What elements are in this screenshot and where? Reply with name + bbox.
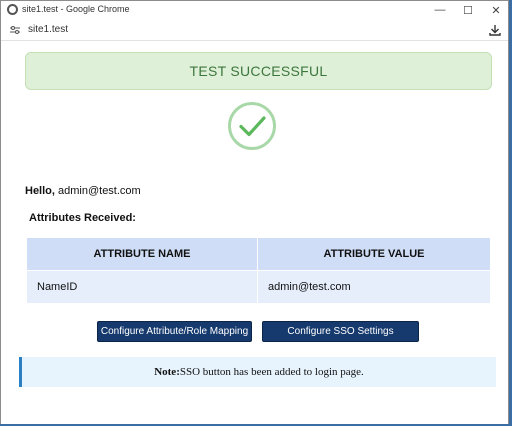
close-button[interactable]: ✕ [482, 2, 510, 18]
maximize-button[interactable]: ☐ [454, 2, 482, 18]
configure-mapping-button[interactable]: Configure Attribute/Role Mapping [97, 321, 252, 342]
greeting-user: admin@test.com [54, 185, 141, 197]
greeting: Hello, admin@test.com [25, 185, 141, 197]
attributes-heading: Attributes Received: [29, 212, 136, 224]
column-header-attribute-value: ATTRIBUTE VALUE [257, 237, 491, 271]
greeting-label: Hello, [25, 185, 55, 197]
attribute-name-cell: NameID [26, 270, 258, 304]
minimize-button[interactable]: — [426, 2, 454, 18]
window-title: site1.test - Google Chrome [22, 4, 130, 14]
configure-sso-button[interactable]: Configure SSO Settings [262, 321, 419, 342]
check-circle-icon [228, 102, 276, 150]
success-banner: TEST SUCCESSFUL [25, 52, 492, 90]
note-box: Note: SSO button has been added to login … [19, 357, 496, 387]
table-header-row: ATTRIBUTE NAME ATTRIBUTE VALUE [26, 237, 491, 271]
address-bar: site1.test [1, 19, 508, 41]
browser-window: site1.test - Google Chrome — ☐ ✕ site1.t… [0, 0, 509, 424]
title-bar: site1.test - Google Chrome — ☐ ✕ [1, 1, 508, 19]
tune-icon[interactable] [10, 25, 20, 35]
note-label: Note: [154, 366, 180, 378]
attribute-value-cell: admin@test.com [257, 270, 491, 304]
download-icon[interactable] [488, 22, 502, 38]
url-text[interactable]: site1.test [28, 24, 68, 35]
table-row: NameID admin@test.com [26, 270, 491, 304]
chrome-icon [7, 4, 18, 15]
column-header-attribute-name: ATTRIBUTE NAME [26, 237, 258, 271]
page-content: TEST SUCCESSFUL Hello, admin@test.com At… [1, 42, 508, 424]
attributes-table: ATTRIBUTE NAME ATTRIBUTE VALUE NameID ad… [26, 237, 491, 304]
note-text: SSO button has been added to login page. [179, 366, 364, 378]
